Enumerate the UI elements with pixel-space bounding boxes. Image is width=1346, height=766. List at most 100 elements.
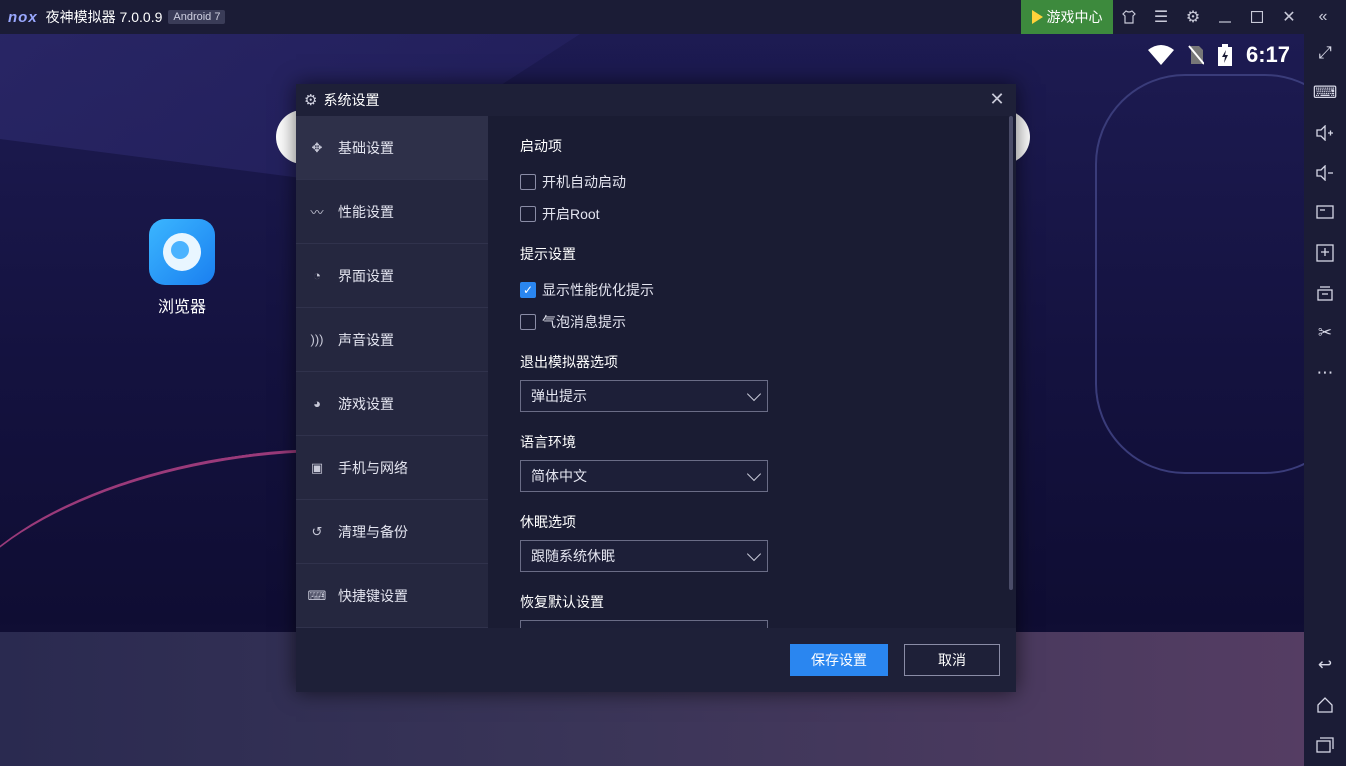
install-apk-icon[interactable]: [1304, 238, 1346, 268]
screen-icon[interactable]: [1304, 198, 1346, 228]
close-icon[interactable]: ✕: [1273, 0, 1305, 34]
checkbox-label: 开启Root: [542, 206, 600, 222]
settings-dialog: ⚙ 系统设置 ✕ ✥ 基础设置 〰 性能设置 ◔ 界面设置 ))) 声音设置 ◕: [296, 84, 1016, 692]
chevron-down-icon: [746, 466, 762, 482]
dialog-header: ⚙ 系统设置 ✕: [296, 84, 1016, 116]
nav-item-hotkeys[interactable]: ⌨ 快捷键设置: [296, 564, 488, 628]
dialog-close-icon[interactable]: ✕: [986, 88, 1008, 110]
app-title: 夜神模拟器 7.0.0.9: [45, 9, 163, 25]
perf-tip-checkbox[interactable]: ✓ 显示性能优化提示: [520, 280, 654, 300]
sleep-section-title: 休眠选项: [520, 514, 576, 530]
select-value: 简体中文: [531, 468, 587, 484]
play-store-icon: [1031, 10, 1043, 24]
collapse-sidebar-icon[interactable]: «: [1307, 0, 1339, 34]
keyboard-icon: ⌨: [307, 587, 327, 603]
nav-item-label: 声音设置: [338, 331, 394, 348]
checkbox-label: 显示性能优化提示: [542, 282, 654, 298]
restore-section-title: 恢复默认设置: [520, 594, 604, 610]
nav-item-sound[interactable]: ))) 声音设置: [296, 308, 488, 372]
recent-apps-icon[interactable]: [1304, 730, 1346, 760]
nav-item-label: 性能设置: [338, 203, 394, 220]
select-value: 跟随系统休眠: [531, 548, 615, 564]
startup-section-title: 启动项: [520, 138, 562, 154]
sleep-select[interactable]: 跟随系统休眠: [520, 540, 768, 572]
restore-button[interactable]: [520, 620, 768, 628]
nav-item-label: 界面设置: [338, 267, 394, 284]
language-select[interactable]: 简体中文: [520, 460, 768, 492]
back-icon[interactable]: ↩: [1304, 650, 1346, 680]
title-bar: nox 夜神模拟器 7.0.0.9 Android 7 游戏中心 ☰ ⚙ ✕ «: [0, 0, 1346, 34]
volume-up-icon[interactable]: [1304, 118, 1346, 148]
settings-gear-icon[interactable]: ⚙: [1177, 0, 1209, 34]
exit-section-title: 退出模拟器选项: [520, 354, 618, 370]
phone-icon: ▣: [310, 459, 324, 475]
nav-item-performance[interactable]: 〰 性能设置: [296, 180, 488, 244]
palette-icon: ◔: [313, 268, 321, 283]
tips-section-title: 提示设置: [520, 246, 576, 262]
game-icon: ◕: [313, 396, 321, 411]
wallpaper-ring: [1095, 74, 1304, 474]
game-center-button[interactable]: 游戏中心: [1021, 0, 1113, 34]
right-toolbar: ⤢ ⌨ ✂ ⋯ ↩: [1304, 34, 1346, 766]
android-version-badge: Android 7: [168, 10, 226, 24]
dialog-footer: 保存设置 取消: [296, 628, 1016, 692]
checkbox-box[interactable]: [520, 206, 536, 222]
cancel-button[interactable]: 取消: [904, 644, 1000, 676]
keyboard-icon[interactable]: ⌨: [1304, 78, 1346, 108]
select-value: 弹出提示: [531, 388, 587, 404]
minimize-icon[interactable]: [1209, 0, 1241, 34]
checkbox-checked-icon[interactable]: ✓: [520, 282, 536, 298]
nav-item-interface[interactable]: ◔ 界面设置: [296, 244, 488, 308]
sound-icon: ))): [310, 332, 324, 347]
fullscreen-icon[interactable]: ⤢: [1304, 38, 1346, 68]
nav-item-label: 游戏设置: [338, 395, 394, 412]
checkbox-box[interactable]: [520, 174, 536, 190]
browser-app-icon[interactable]: [149, 219, 215, 285]
nox-logo: nox: [8, 8, 38, 26]
no-sim-icon: [1188, 45, 1204, 65]
wifi-icon: [1147, 45, 1174, 65]
game-center-label: 游戏中心: [1046, 9, 1103, 25]
auto-start-checkbox[interactable]: 开机自动启动: [520, 172, 626, 192]
menu-icon[interactable]: ☰: [1145, 0, 1177, 34]
scissors-icon[interactable]: ✂: [1304, 318, 1346, 348]
language-section-title: 语言环境: [520, 434, 576, 450]
checkbox-box[interactable]: [520, 314, 536, 330]
nav-item-label: 基础设置: [338, 139, 394, 156]
browser-app-label[interactable]: 浏览器: [140, 293, 224, 317]
status-bar: 6:17: [1147, 42, 1290, 68]
bubble-tip-checkbox[interactable]: 气泡消息提示: [520, 312, 626, 332]
battery-icon: [1217, 44, 1232, 66]
puzzle-icon: ✥: [311, 139, 323, 155]
shirt-icon[interactable]: [1113, 0, 1145, 34]
maximize-icon[interactable]: [1241, 0, 1273, 34]
settings-content: 启动项 开机自动启动 开启Root 提示设置 ✓ 显示性能优化提示 气泡消息提示…: [488, 116, 1016, 628]
pulse-icon: 〰: [310, 205, 324, 220]
clock: 6:17: [1245, 42, 1290, 67]
checkbox-label: 开机自动启动: [542, 174, 626, 190]
settings-gear-icon: ⚙: [304, 92, 318, 109]
nav-item-basic[interactable]: ✥ 基础设置: [296, 116, 488, 180]
browser-globe-icon: [163, 233, 201, 271]
content-scrollbar[interactable]: [1009, 116, 1013, 590]
root-checkbox[interactable]: 开启Root: [520, 204, 600, 224]
home-icon[interactable]: [1304, 690, 1346, 720]
checkbox-label: 气泡消息提示: [542, 314, 626, 330]
history-icon: ↺: [311, 523, 323, 539]
chevron-down-icon: [746, 546, 762, 562]
nav-item-label: 手机与网络: [338, 459, 408, 476]
volume-down-icon[interactable]: [1304, 158, 1346, 188]
nav-item-label: 清理与备份: [338, 523, 408, 540]
multi-instance-icon[interactable]: [1304, 278, 1346, 308]
nav-item-label: 快捷键设置: [338, 587, 408, 604]
settings-nav: ✥ 基础设置 〰 性能设置 ◔ 界面设置 ))) 声音设置 ◕ 游戏设置 ▣ 手…: [296, 116, 488, 628]
more-icon[interactable]: ⋯: [1304, 358, 1346, 388]
nav-item-phone-network[interactable]: ▣ 手机与网络: [296, 436, 488, 500]
emulator-window: nox 夜神模拟器 7.0.0.9 Android 7 游戏中心 ☰ ⚙ ✕ «: [0, 0, 1346, 766]
nav-item-cleanup-backup[interactable]: ↺ 清理与备份: [296, 500, 488, 564]
save-button[interactable]: 保存设置: [790, 644, 888, 676]
exit-option-select[interactable]: 弹出提示: [520, 380, 768, 412]
nav-item-game[interactable]: ◕ 游戏设置: [296, 372, 488, 436]
dialog-title: 系统设置: [323, 92, 380, 108]
chevron-down-icon: [746, 386, 762, 402]
